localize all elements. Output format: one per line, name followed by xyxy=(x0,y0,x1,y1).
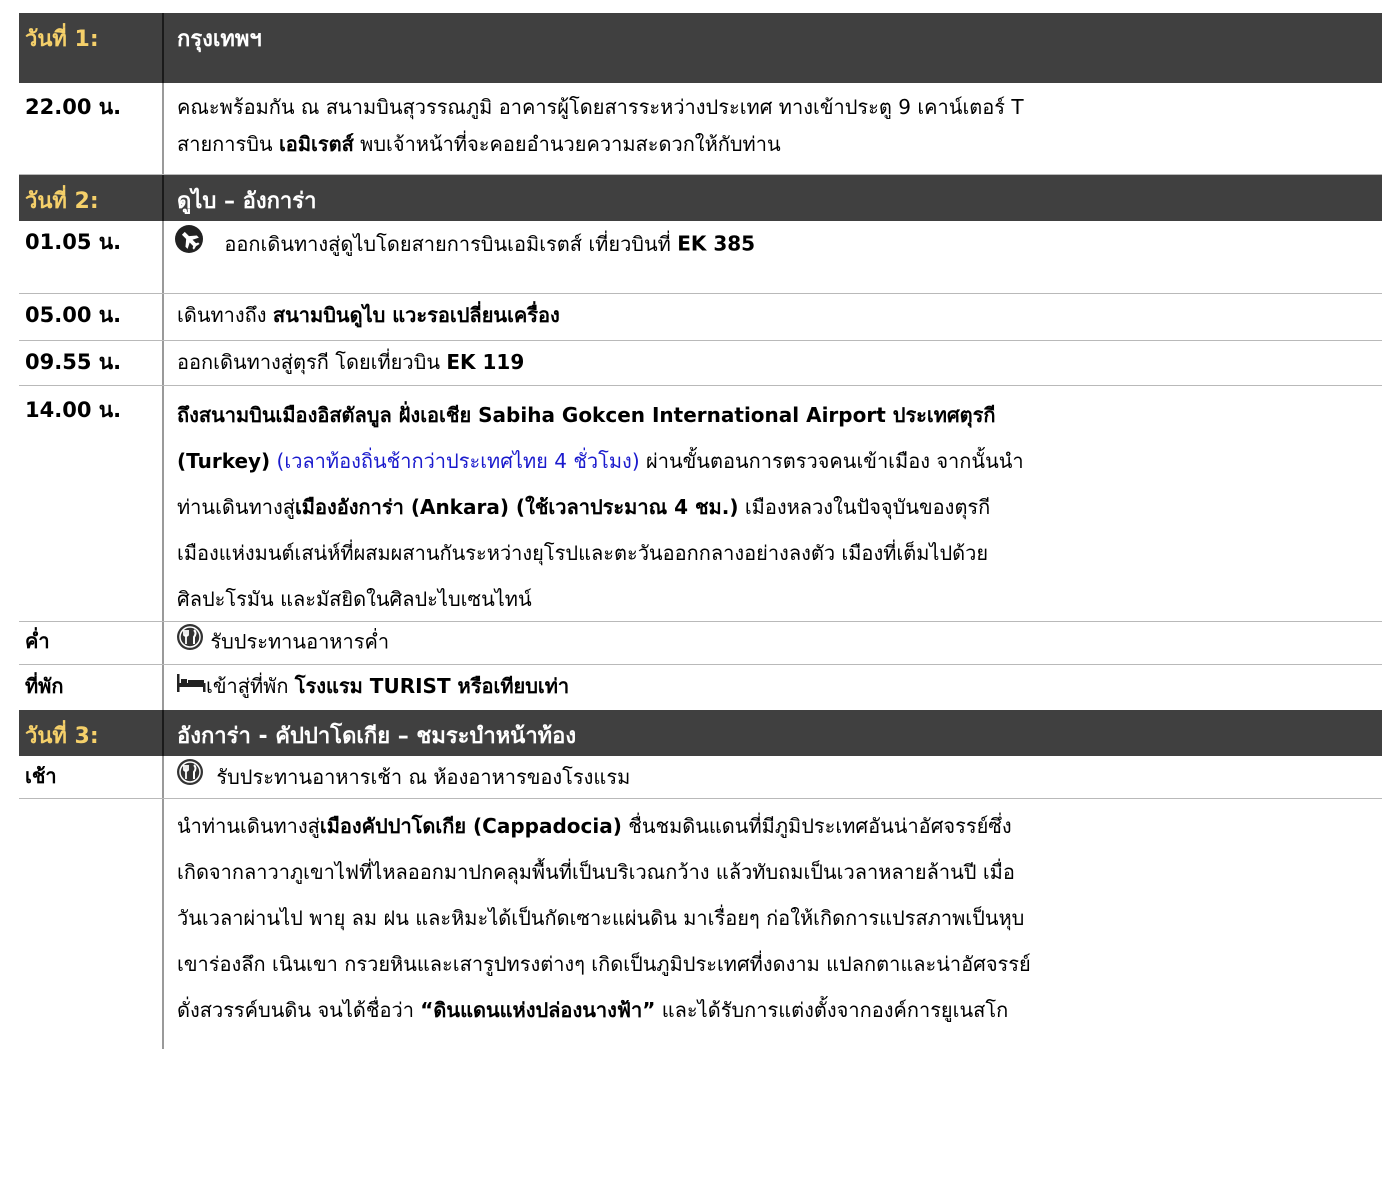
timezone-note: (เวลาท้องถิ่นช้ากว่าประเทศไทย 4 ชั่วโมง) xyxy=(270,449,640,473)
time-cell: ค่ำ xyxy=(19,622,164,664)
text-span: เข้าสู่ที่พัก xyxy=(206,674,295,698)
time-cell: ที่พัก xyxy=(19,665,164,710)
description-line: (Turkey) (เวลาท้องถิ่นช้ากว่าประเทศไทย 4… xyxy=(177,438,1378,484)
text-span: และได้รับการแต่งตั้งจากองค์การยูเนสโก xyxy=(655,998,1009,1022)
day-label: วันที่ 1: xyxy=(19,13,164,83)
text-span: ดั่งสวรรค์บนดิน จนได้ชื่อว่า xyxy=(177,998,421,1022)
time-cell: 01.05 น. xyxy=(19,221,164,293)
day-header: วันที่ 2: ดูไบ – อังการ่า xyxy=(19,175,1382,221)
quoted-name: “ดินแดนแห่งปล่องนางฟ้า” xyxy=(420,998,656,1022)
time-cell: 05.00 น. xyxy=(19,294,164,340)
description-line: เมืองแห่งมนต์เสน่ห์ที่ผสมผสานกันระหว่างย… xyxy=(177,541,989,565)
text-span: รับประทานอาหารค่ำ xyxy=(210,629,390,654)
description-cell: นำท่านเดินทางสู่เมืองคัปปาโดเกีย (Cappad… xyxy=(164,799,1382,1049)
bold-text: (Turkey) xyxy=(177,449,271,473)
bold-text: ถึง xyxy=(177,403,199,427)
itinerary-row: 01.05 น. ออกเดินทางสู่ดูไบโดยสายการบินเอ… xyxy=(19,221,1382,294)
airline-name: เอมิเรตส์ xyxy=(278,132,354,156)
itinerary-table: วันที่ 1: กรุงเทพฯ 22.00 น. คณะพร้อมกัน … xyxy=(19,13,1382,1049)
text-span: รับประทานอาหารเช้า ณ ห้องอาหารของโรงแรม xyxy=(216,764,631,789)
bold-text: ประเทศตุรกี xyxy=(885,403,996,427)
itinerary-row: ค่ำ รับประทานอาหารค่ำ xyxy=(19,622,1382,665)
text-span: พบเจ้าหน้าที่จะคอยอำนวยความสะดวกให้กับท่… xyxy=(353,132,781,156)
time-cell xyxy=(19,799,164,1049)
description-line: เกิดจากลาวาภูเขาไฟที่ไหลออกมาปกคลุมพื้นท… xyxy=(177,860,1015,884)
bold-text: เมืองอังการ่า (Ankara) (ใช้เวลาประมาณ 4 … xyxy=(294,495,739,519)
description-line: ดั่งสวรรค์บนดิน จนได้ชื่อว่า “ดินแดนแห่ง… xyxy=(177,987,1378,1033)
description-cell: เข้าสู่ที่พัก โรงแรม TURIST หรือเทียบเท่… xyxy=(164,665,1382,710)
airplane-icon xyxy=(174,224,204,266)
bed-icon xyxy=(176,669,206,706)
text-span: ออกเดินทางสู่ดูไบโดยสายการบินเอมิเรตส์ เ… xyxy=(224,231,678,256)
flight-number: EK 119 xyxy=(446,350,525,374)
airport-name: สนามบินเมืองอิสตัลบูล ฝั่งเอเชีย Sabiha … xyxy=(198,403,886,427)
text-span: เมืองหลวงในปัจจุบันของตุรกี xyxy=(738,495,991,519)
restaurant-icon xyxy=(176,758,204,798)
description-cell: รับประทานอาหารเช้า ณ ห้องอาหารของโรงแรม xyxy=(164,756,1382,798)
text-span: สายการบิน xyxy=(177,132,279,156)
description-cell: เดินทางถึง สนามบินดูไบ แวะรอเปลี่ยนเครื่… xyxy=(164,294,1382,340)
description-cell: ออกเดินทางสู่ตุรกี โดยเที่ยวบิน EK 119 xyxy=(164,341,1382,385)
text-span: ออกเดินทางสู่ตุรกี โดยเที่ยวบิน xyxy=(177,350,447,374)
text-span: ผ่านขั้นตอนการตรวจคนเข้าเมือง จากนั้นนำ xyxy=(639,449,1024,473)
day-header: วันที่ 1: กรุงเทพฯ xyxy=(19,13,1382,83)
description-line: สายการบิน เอมิเรตส์ พบเจ้าหน้าที่จะคอยอำ… xyxy=(177,126,1378,163)
day-title: ดูไบ – อังการ่า xyxy=(177,189,317,214)
itinerary-row: นำท่านเดินทางสู่เมืองคัปปาโดเกีย (Cappad… xyxy=(19,799,1382,1049)
restaurant-icon xyxy=(176,623,204,663)
description-line: ท่านเดินทางสู่เมืองอังการ่า (Ankara) (ใช… xyxy=(177,484,1378,530)
description-line: ศิลปะโรมัน และมัสยิดในศิลปะไบเซนไทน์ xyxy=(177,587,532,611)
text-span: นำท่านเดินทางสู่ xyxy=(177,814,320,838)
description-cell: รับประทานอาหารค่ำ xyxy=(164,622,1382,664)
itinerary-row: 09.55 น. ออกเดินทางสู่ตุรกี โดยเที่ยวบิน… xyxy=(19,341,1382,386)
text-span: เดินทางถึง xyxy=(177,303,273,327)
description-cell: ถึงสนามบินเมืองอิสตัลบูล ฝั่งเอเชีย Sabi… xyxy=(164,386,1382,621)
description-cell: คณะพร้อมกัน ณ สนามบินสุวรรณภูมิ อาคารผู้… xyxy=(164,83,1382,174)
itinerary-row: 14.00 น. ถึงสนามบินเมืองอิสตัลบูล ฝั่งเอ… xyxy=(19,386,1382,622)
description-line: เขาร่องลึก เนินเขา กรวยหินและเสารูปทรงต่… xyxy=(177,952,1031,976)
itinerary-row: 22.00 น. คณะพร้อมกัน ณ สนามบินสุวรรณภูมิ… xyxy=(19,83,1382,175)
text-span: ชื่นชมดินแดนที่มีภูมิประเทศอันน่าอัศจรรย… xyxy=(621,814,1012,838)
itinerary-row: 05.00 น. เดินทางถึง สนามบินดูไบ แวะรอเปล… xyxy=(19,294,1382,341)
day-label: วันที่ 3: xyxy=(19,710,164,756)
description-line: วันเวลาผ่านไป พายุ ลม ฝน และหิมะได้เป็นก… xyxy=(177,906,1025,930)
day-header: วันที่ 3: อังการ่า - คัปปาโดเกีย – ชมระบ… xyxy=(19,710,1382,756)
time-cell: 09.55 น. xyxy=(19,341,164,385)
text-span: ท่านเดินทางสู่ xyxy=(177,495,295,519)
time-cell: เช้า xyxy=(19,756,164,798)
time-cell: 14.00 น. xyxy=(19,386,164,621)
time-cell: 22.00 น. xyxy=(19,83,164,174)
day-title: กรุงเทพฯ xyxy=(177,27,262,52)
itinerary-row: เช้า รับประทานอาหารเช้า ณ ห้องอาหารของโร… xyxy=(19,756,1382,799)
description-line: คณะพร้อมกัน ณ สนามบินสุวรรณภูมิ อาคารผู้… xyxy=(177,95,1024,119)
day-title: อังการ่า - คัปปาโดเกีย – ชมระบำหน้าท้อง xyxy=(177,724,577,749)
flight-number: EK 385 xyxy=(677,231,756,256)
itinerary-row: ที่พัก เข้าสู่ที่พัก โรงแรม TURIST หรือเ… xyxy=(19,665,1382,710)
hotel-name: โรงแรม TURIST หรือเทียบเท่า xyxy=(294,674,570,698)
city-name: เมืองคัปปาโดเกีย (Cappadocia) xyxy=(319,814,622,838)
description-line: ถึงสนามบินเมืองอิสตัลบูล ฝั่งเอเชีย Sabi… xyxy=(177,392,1378,438)
bold-text: สนามบินดูไบ แวะรอเปลี่ยนเครื่อง xyxy=(272,303,560,327)
description-line: นำท่านเดินทางสู่เมืองคัปปาโดเกีย (Cappad… xyxy=(177,803,1378,849)
description-cell: ออกเดินทางสู่ดูไบโดยสายการบินเอมิเรตส์ เ… xyxy=(164,221,1382,293)
day-label: วันที่ 2: xyxy=(19,175,164,221)
